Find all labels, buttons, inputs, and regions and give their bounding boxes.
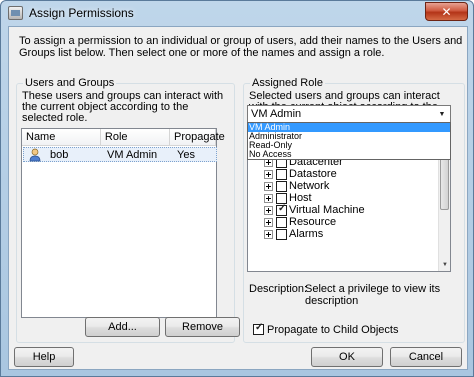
description-value: Select a privilege to view its descripti… bbox=[305, 283, 441, 307]
chevron-down-icon[interactable]: ▼ bbox=[435, 107, 449, 121]
remove-button[interactable]: Remove bbox=[165, 317, 240, 337]
row-name: bob bbox=[50, 149, 69, 161]
scroll-down-icon[interactable]: ▼ bbox=[439, 260, 451, 271]
expand-icon[interactable] bbox=[264, 217, 273, 227]
role-option-no-access[interactable]: No Access bbox=[248, 150, 450, 159]
cancel-button[interactable]: Cancel bbox=[390, 347, 462, 367]
column-name[interactable]: Name bbox=[22, 129, 101, 146]
expand-icon[interactable] bbox=[264, 205, 273, 215]
role-select[interactable]: VM Admin ▼ bbox=[247, 105, 451, 123]
user-icon bbox=[29, 148, 41, 162]
role-select-value: VM Admin bbox=[251, 108, 302, 120]
privilege-checkbox[interactable] bbox=[276, 228, 287, 240]
users-groups-description: These users and groups can interact with… bbox=[22, 90, 224, 124]
app-icon bbox=[8, 6, 23, 20]
tree-item-label: Virtual Machine bbox=[289, 204, 365, 216]
window-title: Assign Permissions bbox=[29, 6, 134, 20]
title-bar[interactable]: Assign Permissions ✕ bbox=[1, 1, 473, 25]
close-button[interactable]: ✕ bbox=[425, 2, 468, 21]
row-propagate: Yes bbox=[177, 149, 195, 161]
tree-item-label: Host bbox=[289, 192, 312, 204]
privilege-checkbox-checked[interactable] bbox=[276, 203, 287, 216]
assigned-role-title: Assigned Role bbox=[250, 77, 325, 89]
description-label: Description: bbox=[249, 283, 308, 295]
ok-button[interactable]: OK bbox=[311, 347, 383, 367]
help-button[interactable]: Help bbox=[14, 347, 74, 367]
propagate-checkbox[interactable] bbox=[253, 322, 264, 335]
assign-permissions-window: Assign Permissions ✕ To assign a permiss… bbox=[0, 0, 474, 377]
column-propagate[interactable]: Propagate bbox=[170, 129, 225, 146]
tree-item-label: Resource bbox=[289, 216, 337, 228]
propagate-label[interactable]: Propagate to Child Objects bbox=[267, 324, 398, 336]
privilege-checkbox[interactable] bbox=[276, 168, 287, 180]
role-dropdown-list[interactable]: VM Admin Administrator Read-Only No Acce… bbox=[247, 122, 451, 160]
tree-item-label: Network bbox=[289, 180, 330, 192]
expand-icon[interactable] bbox=[264, 181, 273, 191]
users-groups-title: Users and Groups bbox=[23, 77, 117, 89]
table-row[interactable]: bob VM Admin Yes bbox=[23, 147, 217, 162]
close-icon: ✕ bbox=[441, 4, 452, 19]
column-role[interactable]: Role bbox=[100, 129, 170, 146]
users-groups-list[interactable]: Name Role Propagate bob VM Admin Yes bbox=[21, 128, 225, 318]
expand-icon[interactable] bbox=[264, 193, 273, 203]
expand-icon[interactable] bbox=[264, 229, 273, 239]
privilege-checkbox[interactable] bbox=[276, 180, 287, 192]
tree-item-label: Alarms bbox=[289, 228, 324, 240]
row-role: VM Admin bbox=[107, 149, 158, 161]
intro-text: To assign a permission to an individual … bbox=[19, 35, 463, 59]
add-button[interactable]: Add... bbox=[85, 317, 160, 337]
expand-icon[interactable] bbox=[264, 169, 273, 179]
list-header: Name Role Propagate bbox=[22, 129, 225, 146]
tree-item-label: Datastore bbox=[289, 168, 337, 180]
privilege-checkbox[interactable] bbox=[276, 216, 287, 228]
